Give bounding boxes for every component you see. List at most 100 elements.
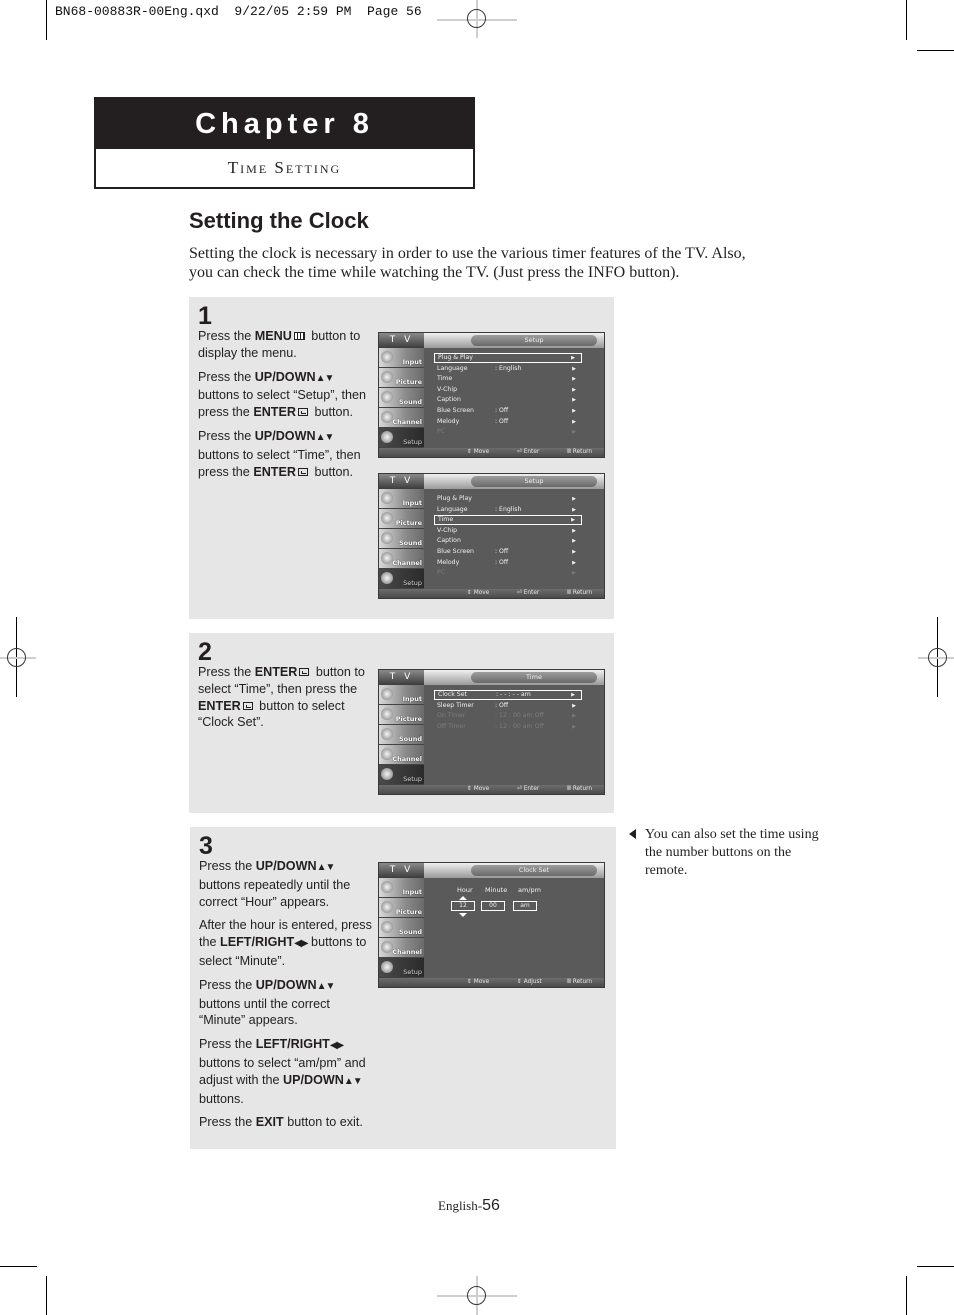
chevron-right-icon: ▶ (572, 408, 576, 414)
osd-sidebar-item-channel[interactable]: Channel (379, 938, 424, 958)
registration-mark (467, 9, 486, 28)
up-down-arrows-icon: ▲▼ (316, 862, 336, 873)
osd-menu-item[interactable]: Caption ▶ (434, 395, 582, 405)
osd-menu-item[interactable]: Time ▶ (434, 515, 582, 526)
osd-sidebar-item-picture[interactable]: Picture (379, 898, 424, 918)
osd-menu-item[interactable]: Caption ▶ (434, 536, 582, 546)
osd-sidebar-item-input[interactable]: Input (379, 348, 424, 368)
osd-menu-item[interactable]: PC ▶ (434, 427, 582, 437)
button-name: UP/DOWN (254, 428, 316, 443)
button-name: ENTER (253, 405, 296, 420)
osd-item-label: Clock Set (438, 691, 467, 698)
osd-sidebar-item-channel[interactable]: Channel (379, 549, 424, 569)
osd-menu-item[interactable]: Time ▶ (434, 374, 582, 384)
registration-mark (928, 648, 947, 667)
clock-field-label: Minute (485, 886, 508, 894)
osd-item-label: PC (437, 428, 446, 436)
osd-menu-item[interactable]: Language: English ▶ (434, 505, 582, 515)
picture-icon (381, 708, 393, 720)
osd-sidebar-label: Setup (403, 775, 422, 783)
up-arrow-icon (459, 896, 467, 900)
osd-item-value: : Off (495, 701, 509, 709)
chapter-title: Chapter 8 (96, 99, 473, 149)
osd-menu-item[interactable]: PC ▶ (434, 568, 582, 578)
step-number: 2 (198, 638, 212, 666)
osd-sidebar-item-sound[interactable]: Sound (379, 918, 424, 938)
osd-sidebar-item-sound[interactable]: Sound (379, 529, 424, 549)
osd-sidebar-item-sound[interactable]: Sound (379, 725, 424, 745)
osd-sidebar-item-input[interactable]: Input (379, 489, 424, 509)
instruction-paragraph: After the hour is entered, press the LEF… (199, 918, 372, 968)
osd-menu-item[interactable]: V-Chip ▶ (434, 385, 582, 395)
osd-menu-item[interactable]: Melody: Off ▶ (434, 558, 582, 568)
footer-language: English- (438, 1198, 483, 1213)
osd-menu-item[interactable]: V-Chip ▶ (434, 526, 582, 536)
osd-sidebar-item-setup[interactable]: Setup (379, 569, 424, 589)
instruction-paragraph: Press the UP/DOWN▲▼ buttons to select “T… (198, 428, 361, 479)
osd-sidebar-item-input[interactable]: Input (379, 878, 424, 898)
osd-menu-item[interactable]: Language: English ▶ (434, 364, 582, 374)
clock-field-am-pm[interactable]: am (513, 901, 537, 911)
osd-hint-label: Return (572, 449, 593, 455)
osd-hint-label: Return (572, 786, 593, 792)
osd-sidebar-item-sound[interactable]: Sound (379, 388, 424, 408)
chevron-right-icon: ▶ (572, 429, 576, 436)
print-slug: BN68-00883R-00Eng.qxd 9/22/05 2:59 PM Pa… (55, 4, 422, 19)
osd-menu-item[interactable]: Blue Screen: Off ▶ (434, 406, 582, 416)
osd-sidebar-item-picture[interactable]: Picture (379, 705, 424, 725)
osd-sidebar-label: Picture (395, 908, 422, 916)
osd-menu-item[interactable]: Sleep Timer: Off ▶ (434, 701, 582, 711)
osd-sidebar-item-setup[interactable]: Setup (379, 428, 424, 448)
osd-sidebar-label: Sound (398, 539, 422, 547)
osd-menu-item[interactable]: On Timer: 12 : 00 am Off ▶ (434, 711, 582, 721)
menu-button-icon (293, 332, 305, 340)
sound-icon (381, 532, 393, 544)
osd-sidebar-item-input[interactable]: Input (379, 685, 424, 705)
osd-sidebar-item-picture[interactable]: Picture (379, 368, 424, 388)
osd-sidebar-label: Setup (403, 438, 422, 446)
osd-hint-label: Enter (523, 590, 540, 596)
up-down-arrows-icon: ▲▼ (343, 1075, 363, 1087)
clock-field-hour[interactable]: 12 (451, 901, 475, 911)
osd-menu-item[interactable]: Melody: Off ▶ (434, 417, 582, 427)
chevron-right-icon: ▶ (572, 386, 576, 393)
chevron-right-icon: ▶ (572, 418, 576, 425)
tv-logo: T V (379, 474, 424, 489)
osd-sidebar-label: Channel (392, 948, 422, 956)
osd-sidebar-item-channel[interactable]: Channel (379, 745, 424, 765)
osd-sidebar-item-setup[interactable]: Setup (379, 958, 424, 978)
osd-menu-item[interactable]: Clock Set: - - : - - am ▶ (434, 690, 582, 700)
osd-hint-label: Enter (523, 449, 540, 455)
registration-mark (467, 1286, 486, 1305)
osd-sidebar: Input Picture Sound Channel Setup (379, 348, 424, 448)
down-arrow-icon (459, 913, 467, 917)
chevron-right-icon: ▶ (572, 549, 576, 555)
step-instructions: Press the MENU button to display the men… (198, 328, 370, 487)
chevron-right-icon: ▶ (571, 355, 575, 361)
osd-sidebar-label: Sound (398, 735, 422, 743)
osd-item-value: : 12 : 00 am Off (495, 722, 544, 730)
osd-sidebar-item-setup[interactable]: Setup (379, 765, 424, 785)
picture-icon (381, 901, 393, 913)
osd-item-value: : Off (495, 548, 509, 555)
clock-field-minute[interactable]: 00 (481, 901, 505, 911)
osd-menu-item[interactable]: Off Timer: 12 : 00 am Off ▶ (434, 722, 582, 732)
button-name: ENTER (253, 464, 296, 479)
chevron-right-icon: ▶ (572, 397, 576, 404)
button-name: EXIT (255, 1115, 284, 1130)
osd-sidebar-item-channel[interactable]: Channel (379, 408, 424, 428)
osd-item-label: Time (437, 375, 453, 383)
osd-sidebar-item-picture[interactable]: Picture (379, 509, 424, 529)
chevron-right-icon: ▶ (572, 365, 576, 372)
osd-hint-label: Move (473, 979, 490, 985)
osd-menu-item[interactable]: Plug & Play ▶ (434, 494, 582, 504)
osd-sidebar-label: Channel (392, 418, 422, 426)
osd-content: Plug & Play ▶ Language: English ▶ Time ▶ V-Chi… (424, 489, 604, 589)
left-right-arrows-icon: ◀▶ (329, 1040, 344, 1052)
crop-mark (46, 1276, 47, 1315)
osd-menu-item[interactable]: Blue Screen: Off ▶ (434, 547, 582, 557)
chevron-right-icon: ▶ (572, 702, 576, 709)
osd-menu-title: Clock Set (471, 865, 597, 876)
enter-icon: ⏎ (517, 786, 524, 792)
osd-menu-item[interactable]: Plug & Play ▶ (434, 353, 582, 363)
